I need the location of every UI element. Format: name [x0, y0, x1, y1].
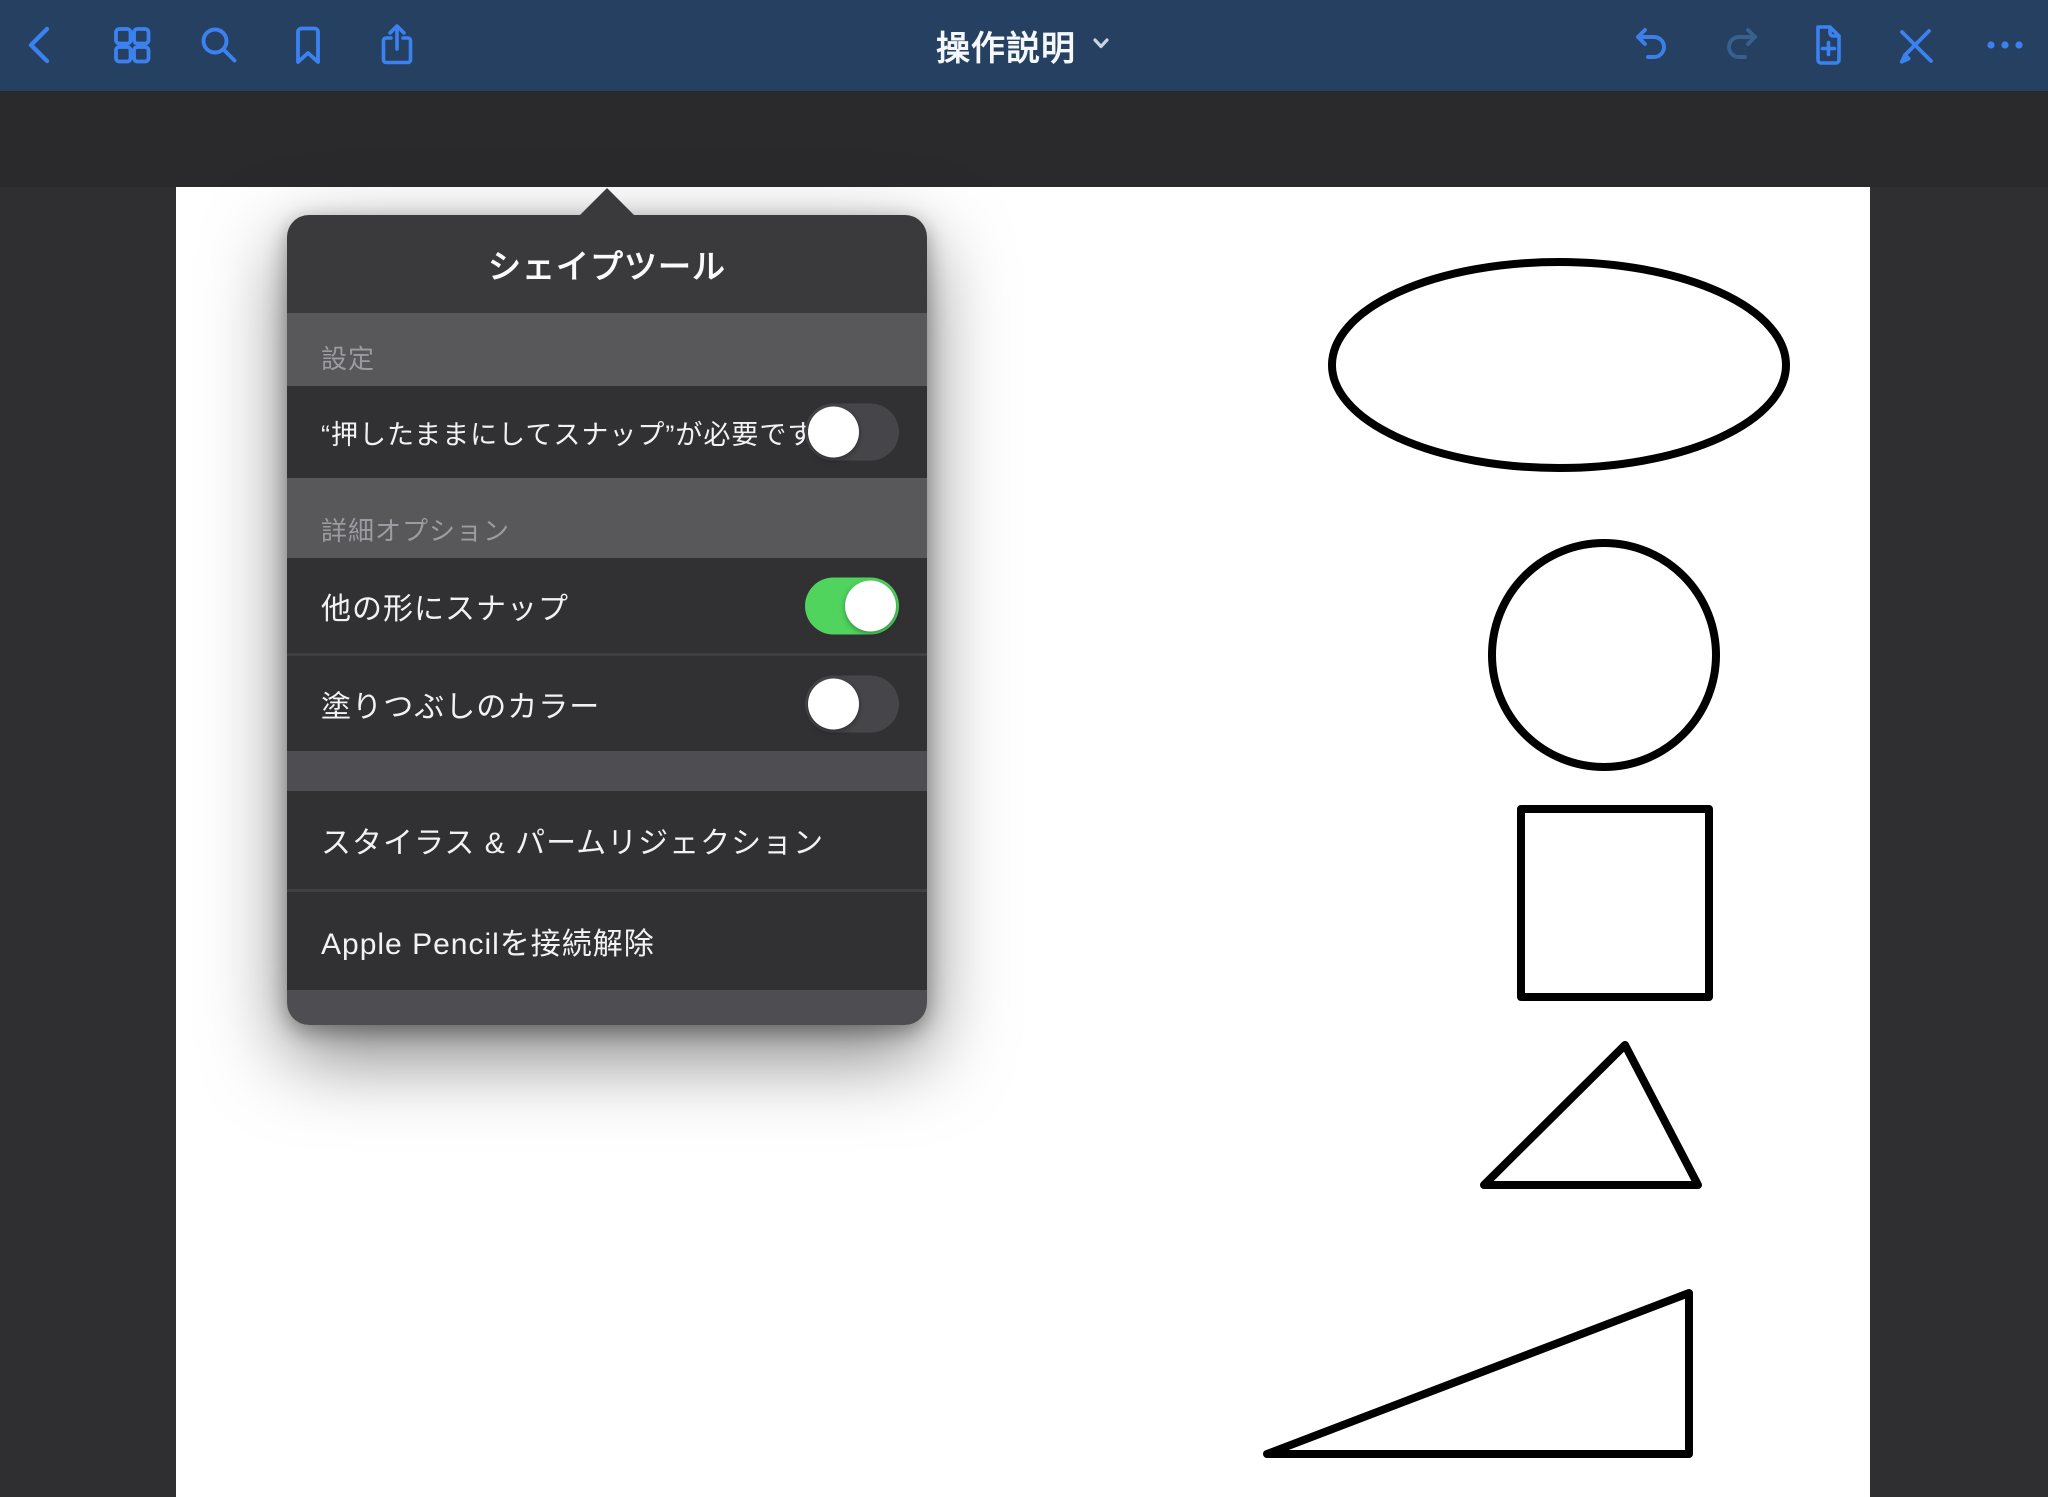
nav-bar: 操作説明 — [0, 0, 2048, 91]
bookmark-icon — [284, 21, 332, 69]
popup-footer — [287, 990, 927, 1025]
pen-mode-toggle-button[interactable] — [1889, 19, 1941, 71]
section-advanced-label: 詳細オプション — [287, 511, 510, 558]
section-advanced: 詳細オプション — [287, 478, 927, 558]
section-settings-label: 設定 — [287, 339, 375, 386]
row-hold-to-snap: “押したままにしてスナップ”が必要です — [287, 386, 927, 478]
search-button[interactable] — [193, 19, 245, 71]
disconnect-apple-pencil-button[interactable]: Apple Pencilを接続解除 — [287, 892, 927, 990]
drawn-triangle — [1484, 1045, 1698, 1185]
drawn-square — [1521, 809, 1709, 997]
drawn-circle — [1492, 543, 1716, 767]
search-icon — [195, 21, 243, 69]
fill-color-toggle[interactable] — [805, 675, 899, 732]
page-title: 操作説明 — [936, 21, 1076, 70]
share-button[interactable] — [371, 19, 423, 71]
section-settings: 設定 — [287, 313, 927, 386]
snap-to-shapes-label: 他の形にスナップ — [287, 584, 569, 628]
back-button[interactable] — [17, 19, 69, 71]
toggle-knob — [845, 580, 896, 631]
popup-spacer — [287, 751, 927, 791]
row-snap-to-shapes: 他の形にスナップ — [287, 558, 927, 653]
hold-to-snap-label: “押したままにしてスナップ”が必要です — [287, 413, 815, 452]
popup-title: シェイプツール — [287, 215, 927, 313]
toggle-knob — [808, 407, 859, 458]
share-icon — [373, 21, 421, 69]
bookmark-button[interactable] — [282, 19, 334, 71]
popup-arrow — [580, 188, 634, 215]
toggle-knob — [808, 678, 859, 729]
add-page-button[interactable] — [1802, 19, 1854, 71]
stylus-palm-rejection-label: スタイラス & パームリジェクション — [287, 818, 824, 862]
thumbnails-button[interactable] — [106, 19, 158, 71]
document-title-menu[interactable]: 操作説明 — [936, 0, 1112, 91]
stylus-palm-rejection-button[interactable]: スタイラス & パームリジェクション — [287, 791, 927, 889]
shape-tool-popup: シェイプツール 設定 “押したままにしてスナップ”が必要です 詳細オプション 他… — [287, 215, 927, 1025]
drawn-right-triangle — [1267, 1293, 1689, 1454]
back-icon — [19, 21, 67, 69]
ellipsis-icon — [1981, 21, 2029, 69]
redo-button[interactable] — [1715, 19, 1767, 71]
pencil-cross-icon — [1891, 21, 1939, 69]
add-page-icon — [1804, 21, 1852, 69]
more-button[interactable] — [1979, 19, 2031, 71]
undo-icon — [1628, 21, 1676, 69]
undo-button[interactable] — [1626, 19, 1678, 71]
snap-to-shapes-toggle[interactable] — [805, 577, 899, 634]
tools-bar — [0, 91, 2048, 187]
hold-to-snap-toggle[interactable] — [805, 404, 899, 461]
chevron-down-icon — [1090, 32, 1112, 59]
drawn-ellipse — [1332, 262, 1786, 468]
grid-icon — [108, 21, 156, 69]
disconnect-apple-pencil-label: Apple Pencilを接続解除 — [287, 919, 655, 963]
redo-icon — [1717, 21, 1765, 69]
fill-color-label: 塗りつぶしのカラー — [287, 682, 600, 726]
row-fill-color: 塗りつぶしのカラー — [287, 656, 927, 751]
